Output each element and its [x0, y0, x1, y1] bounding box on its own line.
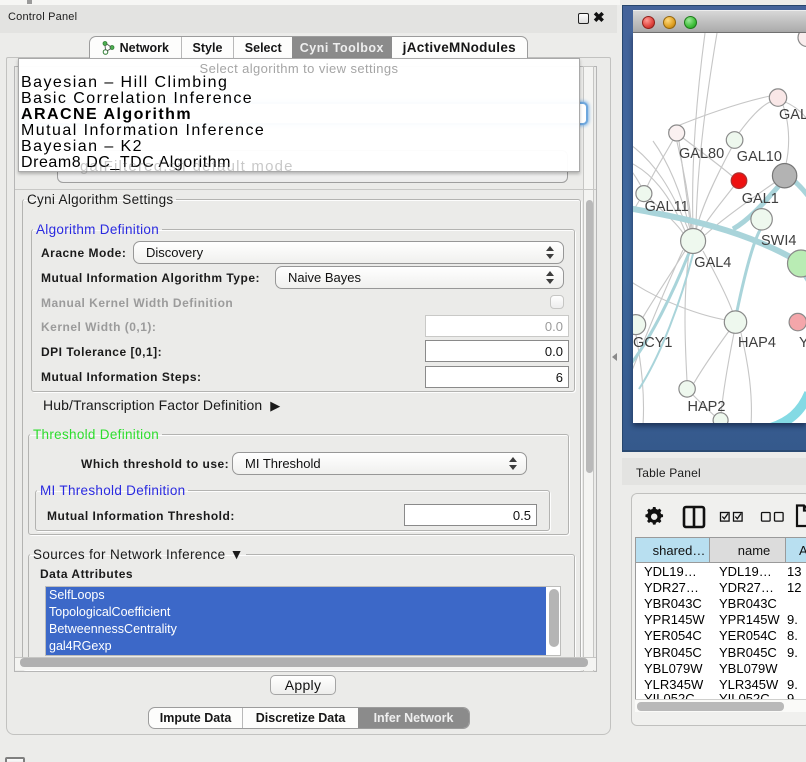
- svg-text:GAL4: GAL4: [694, 255, 731, 271]
- svg-text:GAL11: GAL11: [645, 199, 689, 215]
- svg-text:GCY1: GCY1: [633, 335, 673, 351]
- svg-text:GAL1: GAL1: [742, 191, 779, 207]
- svg-text:GAL10: GAL10: [737, 149, 782, 165]
- svg-text:HAP2: HAP2: [688, 399, 726, 415]
- svg-text:HAP4: HAP4: [738, 335, 776, 351]
- svg-text:SWI4: SWI4: [761, 233, 796, 249]
- svg-text:Y: Y: [799, 335, 806, 351]
- svg-text:GAL2: GAL2: [779, 107, 806, 123]
- svg-text:GAL80: GAL80: [679, 146, 724, 162]
